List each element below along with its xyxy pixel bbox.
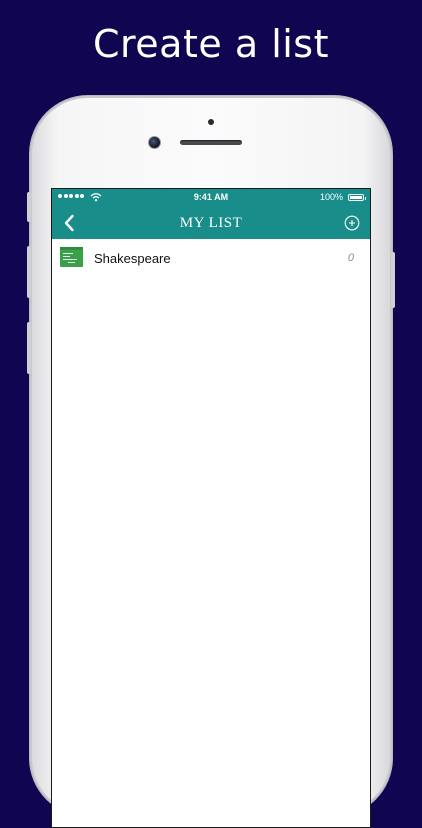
- earpiece-speaker: [180, 140, 242, 145]
- phone-volume-up: [27, 246, 31, 298]
- list-item-label: Shakespeare: [94, 251, 171, 266]
- phone-frame: 9:41 AM 100% MY LIST Shakespeare 0: [27, 96, 395, 828]
- status-bar: 9:41 AM 100%: [52, 189, 370, 207]
- phone-mute-switch: [27, 192, 31, 222]
- phone-power-button: [391, 252, 395, 308]
- navigation-bar: MY LIST: [52, 207, 370, 239]
- front-camera: [148, 136, 161, 149]
- proximity-sensor: [208, 119, 214, 125]
- list-item[interactable]: Shakespeare 0: [52, 239, 370, 277]
- phone-volume-down: [27, 322, 31, 374]
- headline: Create a list: [92, 22, 330, 66]
- page-title: MY LIST: [179, 215, 243, 231]
- battery-icon: [348, 194, 366, 201]
- app-screen: 9:41 AM 100% MY LIST Shakespeare 0: [51, 188, 371, 828]
- battery-percent: 100%: [319, 192, 343, 202]
- list-item-count: 0: [347, 252, 354, 264]
- list-document-icon: [60, 247, 83, 267]
- plus-circle-icon[interactable]: [344, 215, 360, 231]
